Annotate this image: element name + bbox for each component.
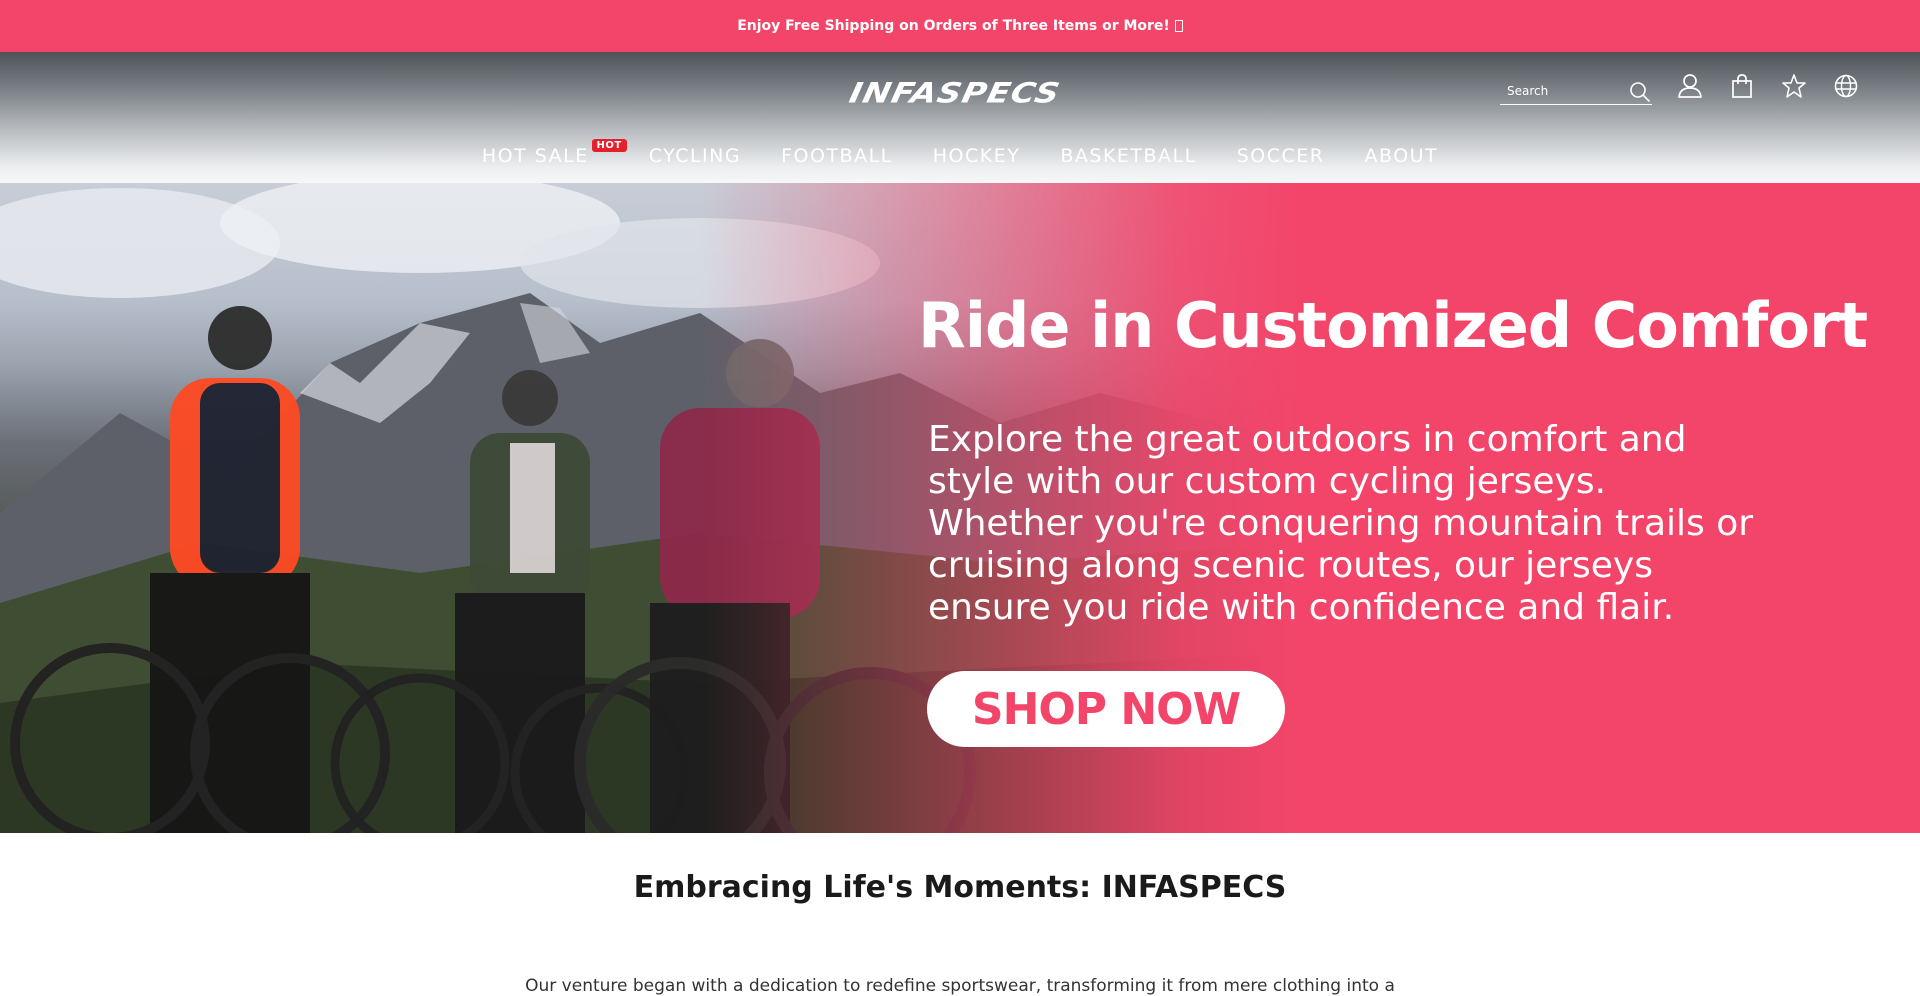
search-bar (1500, 77, 1652, 105)
section-body: Our venture began with a dedication to r… (525, 976, 1395, 996)
nav-item-hot-sale[interactable]: HOT SALE HOT (481, 139, 627, 167)
announcement-text: Enjoy Free Shipping on Orders of Three I… (737, 18, 1170, 34)
nav-item-soccer[interactable]: SOCCER (1237, 145, 1325, 167)
main-nav: HOT SALE HOT CYCLING FOOTBALL HOCKEY BAS… (0, 136, 1920, 176)
hero-description: Explore the great outdoors in comfort an… (928, 419, 1754, 628)
nav-item-hockey[interactable]: HOCKEY (933, 145, 1021, 167)
nav-item-label: SOCCER (1236, 145, 1325, 167)
nav-item-label: BASKETBALL (1060, 145, 1197, 167)
user-icon[interactable] (1676, 72, 1704, 100)
nav-item-label: HOT SALE (481, 145, 589, 167)
announcement-bar: Enjoy Free Shipping on Orders of Three I… (0, 0, 1920, 52)
star-icon[interactable] (1780, 72, 1808, 100)
nav-item-label: CYCLING (648, 145, 742, 167)
globe-icon[interactable] (1832, 72, 1860, 100)
nav-item-label: ABOUT (1364, 145, 1439, 167)
hero-title: Ride in Customized Comfort (918, 289, 1868, 362)
nav-item-about[interactable]: ABOUT (1365, 145, 1439, 167)
nav-item-label: HOCKEY (932, 145, 1021, 167)
nav-item-basketball[interactable]: BASKETBALL (1060, 145, 1196, 167)
site-logo[interactable]: INFASPECS (834, 74, 1076, 110)
section-title: Embracing Life's Moments: INFASPECS (633, 870, 1287, 905)
logo-text: INFASPECS (846, 75, 1064, 109)
shopping-bag-icon[interactable] (1728, 72, 1756, 100)
nav-item-label: FOOTBALL (781, 145, 893, 167)
search-icon[interactable] (1628, 80, 1652, 104)
nav-item-football[interactable]: FOOTBALL (781, 145, 893, 167)
missing-glyph-icon (1174, 20, 1183, 32)
shop-now-button[interactable]: SHOP NOW (927, 671, 1285, 747)
search-input[interactable] (1500, 83, 1620, 98)
nav-item-cycling[interactable]: CYCLING (649, 145, 741, 167)
hero-banner: Ride in Customized Comfort Explore the g… (0, 183, 1920, 833)
hot-badge: HOT (591, 139, 627, 152)
site-header: INFASPECS HOT SALE HOT CYCLING FOOT (0, 52, 1920, 183)
